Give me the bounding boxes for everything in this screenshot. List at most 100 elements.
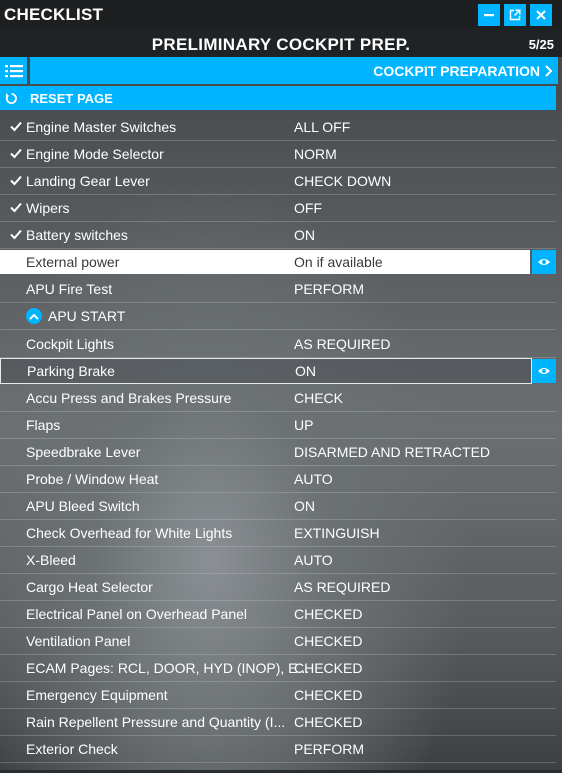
chevron-up-icon: [26, 308, 42, 324]
reset-icon: [5, 93, 17, 104]
list-icon: [4, 64, 23, 77]
checklist-item[interactable]: Electrical Panel on Overhead Panel CHECK…: [0, 601, 556, 628]
reset-page-label: RESET PAGE: [30, 91, 113, 106]
popout-button[interactable]: [504, 4, 526, 26]
item-name: Wipers: [26, 200, 70, 216]
reset-page-button[interactable]: RESET PAGE: [0, 86, 556, 110]
checkmark-icon: [10, 202, 22, 213]
item-value: ON: [294, 498, 315, 514]
item-value: AS REQUIRED: [294, 336, 391, 352]
section-label: COCKPIT PREPARATION: [373, 63, 540, 79]
item-name: Flaps: [26, 417, 61, 433]
external-window-icon: [509, 9, 521, 21]
item-value: ON: [295, 363, 316, 379]
item-name: Battery switches: [26, 227, 128, 243]
item-name: APU Fire Test: [26, 281, 113, 297]
eye-icon: [538, 259, 550, 265]
item-value: CHECK DOWN: [294, 173, 392, 189]
selected-checklist-item[interactable]: Parking Brake ON: [0, 358, 532, 384]
item-name: Rain Repellent Pressure and Quantity (I.…: [26, 714, 286, 730]
close-button[interactable]: [530, 4, 552, 26]
item-value: AUTO: [294, 471, 333, 487]
item-name: Cockpit Lights: [26, 336, 114, 352]
item-name: Ventilation Panel: [26, 633, 131, 649]
checklist-item[interactable]: APU Fire Test PERFORM: [0, 276, 556, 303]
menu-button[interactable]: [0, 57, 27, 84]
item-value: OFF: [294, 200, 322, 216]
minimize-icon: [484, 14, 494, 17]
item-value: NORM: [294, 146, 337, 162]
checklist-header: PRELIMINARY COCKPIT PREP. 5/25: [0, 30, 562, 57]
item-name: Probe / Window Heat: [26, 471, 159, 487]
item-name: Exterior Check: [26, 741, 118, 757]
section-nav: COCKPIT PREPARATION: [0, 57, 562, 84]
item-value: CHECK: [294, 390, 344, 406]
item-value: PERFORM: [294, 281, 364, 297]
next-section-button[interactable]: COCKPIT PREPARATION: [30, 57, 558, 84]
item-value: ALL OFF: [294, 119, 351, 135]
item-value: PERFORM: [294, 741, 364, 757]
checklist-item[interactable]: Rain Repellent Pressure and Quantity (I.…: [0, 709, 556, 736]
item-value: AS REQUIRED: [294, 579, 391, 595]
item-value: AUTO: [294, 552, 333, 568]
checklist-item[interactable]: Cargo Heat Selector AS REQUIRED: [0, 574, 556, 601]
checkmark-icon: [10, 148, 22, 159]
checklist-item[interactable]: Landing Gear Lever CHECK DOWN: [0, 168, 556, 195]
item-name: X-Bleed: [26, 552, 76, 568]
checklist-item[interactable]: Accu Press and Brakes Pressure CHECK: [0, 385, 556, 412]
show-control-button[interactable]: [532, 359, 556, 383]
chevron-right-icon: [545, 65, 553, 77]
item-name: ECAM Pages: RCL, DOOR, HYD (INOP), E...: [26, 660, 310, 676]
checklist-item[interactable]: Wipers OFF: [0, 195, 556, 222]
checklist-item[interactable]: Battery switches ON: [0, 222, 556, 249]
checklist-item[interactable]: Exterior Check PERFORM: [0, 736, 556, 763]
item-value: CHECKED: [294, 606, 363, 622]
checklist-item[interactable]: Ventilation Panel CHECKED: [0, 628, 556, 655]
item-value: CHECKED: [294, 633, 363, 649]
checklist-item[interactable]: Probe / Window Heat AUTO: [0, 466, 556, 493]
app-title: CHECKLIST: [4, 5, 104, 24]
item-name: Check Overhead for White Lights: [26, 525, 233, 541]
checklist-item[interactable]: Flaps UP: [0, 412, 556, 439]
checklist-item[interactable]: Engine Master Switches ALL OFF: [0, 114, 556, 141]
checklist-item[interactable]: APU Bleed Switch ON: [0, 493, 556, 520]
item-name: Landing Gear Lever: [26, 173, 150, 189]
item-name: External power: [26, 254, 120, 270]
item-value: CHECKED: [294, 714, 363, 730]
checkmark-icon: [10, 175, 22, 186]
checklist-item[interactable]: Emergency Equipment CHECKED: [0, 682, 556, 709]
item-name: APU Bleed Switch: [26, 498, 140, 514]
item-name: Accu Press and Brakes Pressure: [26, 390, 232, 406]
checkmark-icon: [10, 229, 22, 240]
minimize-button[interactable]: [478, 4, 500, 26]
title-bar: CHECKLIST: [0, 0, 562, 30]
checklist-item[interactable]: Speedbrake Lever DISARMED AND RETRACTED: [0, 439, 556, 466]
item-value: ON: [294, 227, 315, 243]
checklist-title: PRELIMINARY COCKPIT PREP.: [151, 35, 411, 54]
item-value: CHECKED: [294, 687, 363, 703]
item-name: Engine Mode Selector: [26, 146, 164, 162]
item-value: CHECKED: [294, 660, 363, 676]
item-name: Speedbrake Lever: [26, 444, 141, 460]
close-icon: [536, 10, 546, 20]
page-counter: 5/25: [528, 37, 554, 52]
checkmark-icon: [10, 121, 22, 132]
checklist-item[interactable]: X-Bleed AUTO: [0, 547, 556, 574]
checklist-item[interactable]: Check Overhead for White Lights EXTINGUI…: [0, 520, 556, 547]
item-name: Electrical Panel on Overhead Panel: [26, 606, 248, 622]
active-checklist-item[interactable]: External power On if available: [0, 250, 530, 274]
eye-icon: [538, 368, 550, 374]
item-value: UP: [294, 417, 314, 433]
item-name: Engine Master Switches: [26, 119, 177, 135]
item-value: On if available: [294, 254, 383, 270]
item-name: Cargo Heat Selector: [26, 579, 153, 595]
show-control-button[interactable]: [532, 250, 556, 274]
item-name: Parking Brake: [27, 363, 115, 379]
group-header-apu-start[interactable]: APU START: [0, 303, 556, 330]
item-name: Emergency Equipment: [26, 687, 168, 703]
checklist-item[interactable]: Cockpit Lights AS REQUIRED: [0, 331, 556, 358]
group-label: APU START: [48, 308, 126, 324]
item-value: EXTINGUISH: [294, 525, 380, 541]
checklist-item[interactable]: ECAM Pages: RCL, DOOR, HYD (INOP), E... …: [0, 655, 556, 682]
checklist-item[interactable]: Engine Mode Selector NORM: [0, 141, 556, 168]
